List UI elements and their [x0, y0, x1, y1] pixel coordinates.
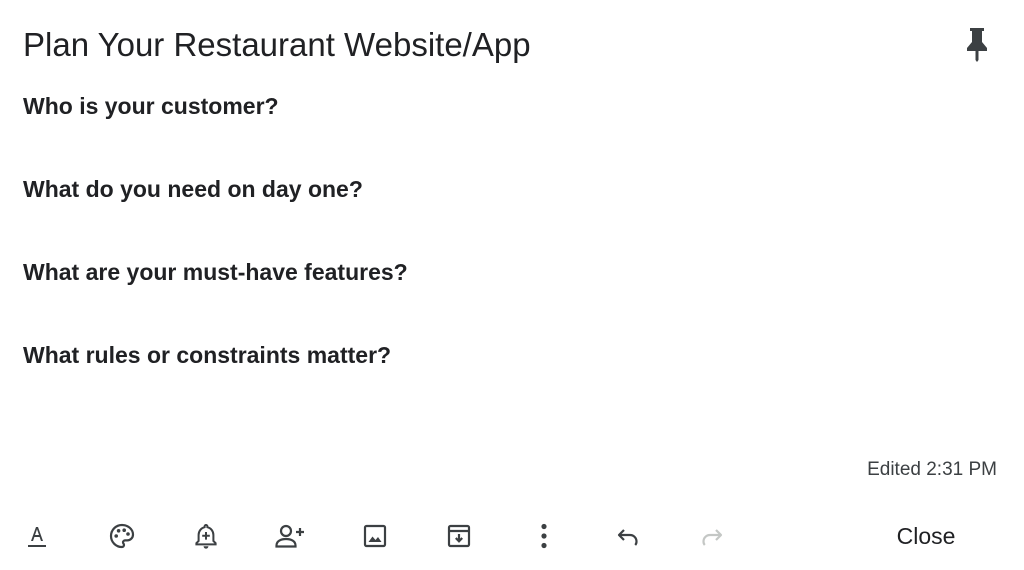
add-image-icon [363, 524, 387, 548]
pin-button[interactable] [958, 24, 996, 64]
text-format-button[interactable] [15, 514, 59, 558]
close-button[interactable]: Close [878, 516, 974, 556]
redo-button[interactable] [690, 514, 734, 558]
note-toolbar: Close [0, 512, 1024, 560]
collaborator-button[interactable] [268, 514, 312, 558]
more-options-button[interactable] [522, 514, 566, 558]
background-options-button[interactable] [100, 514, 144, 558]
note-editor: Plan Your Restaurant Website/App Who is … [0, 0, 1024, 570]
reminder-bell-icon [195, 523, 217, 549]
add-collaborator-icon [275, 524, 304, 548]
undo-button[interactable] [606, 514, 650, 558]
archive-button[interactable] [437, 514, 481, 558]
remind-me-button[interactable] [184, 514, 228, 558]
note-body[interactable]: Who is your customer? What do you need o… [23, 91, 983, 423]
question-line: What are your must-have features? [23, 259, 408, 285]
pin-icon [967, 28, 987, 62]
edited-timestamp: Edited 2:31 PM [867, 459, 997, 480]
question-line: Who is your customer? [23, 93, 279, 119]
palette-icon [109, 523, 135, 549]
add-image-button[interactable] [353, 514, 397, 558]
text-format-icon [28, 527, 46, 547]
more-options-icon [541, 523, 547, 549]
archive-icon [447, 524, 471, 548]
redo-icon [702, 529, 723, 546]
question-line: What rules or constraints matter? [23, 342, 392, 368]
undo-icon [617, 529, 638, 546]
note-title[interactable]: Plan Your Restaurant Website/App [23, 25, 531, 65]
question-line: What do you need on day one? [23, 176, 363, 202]
